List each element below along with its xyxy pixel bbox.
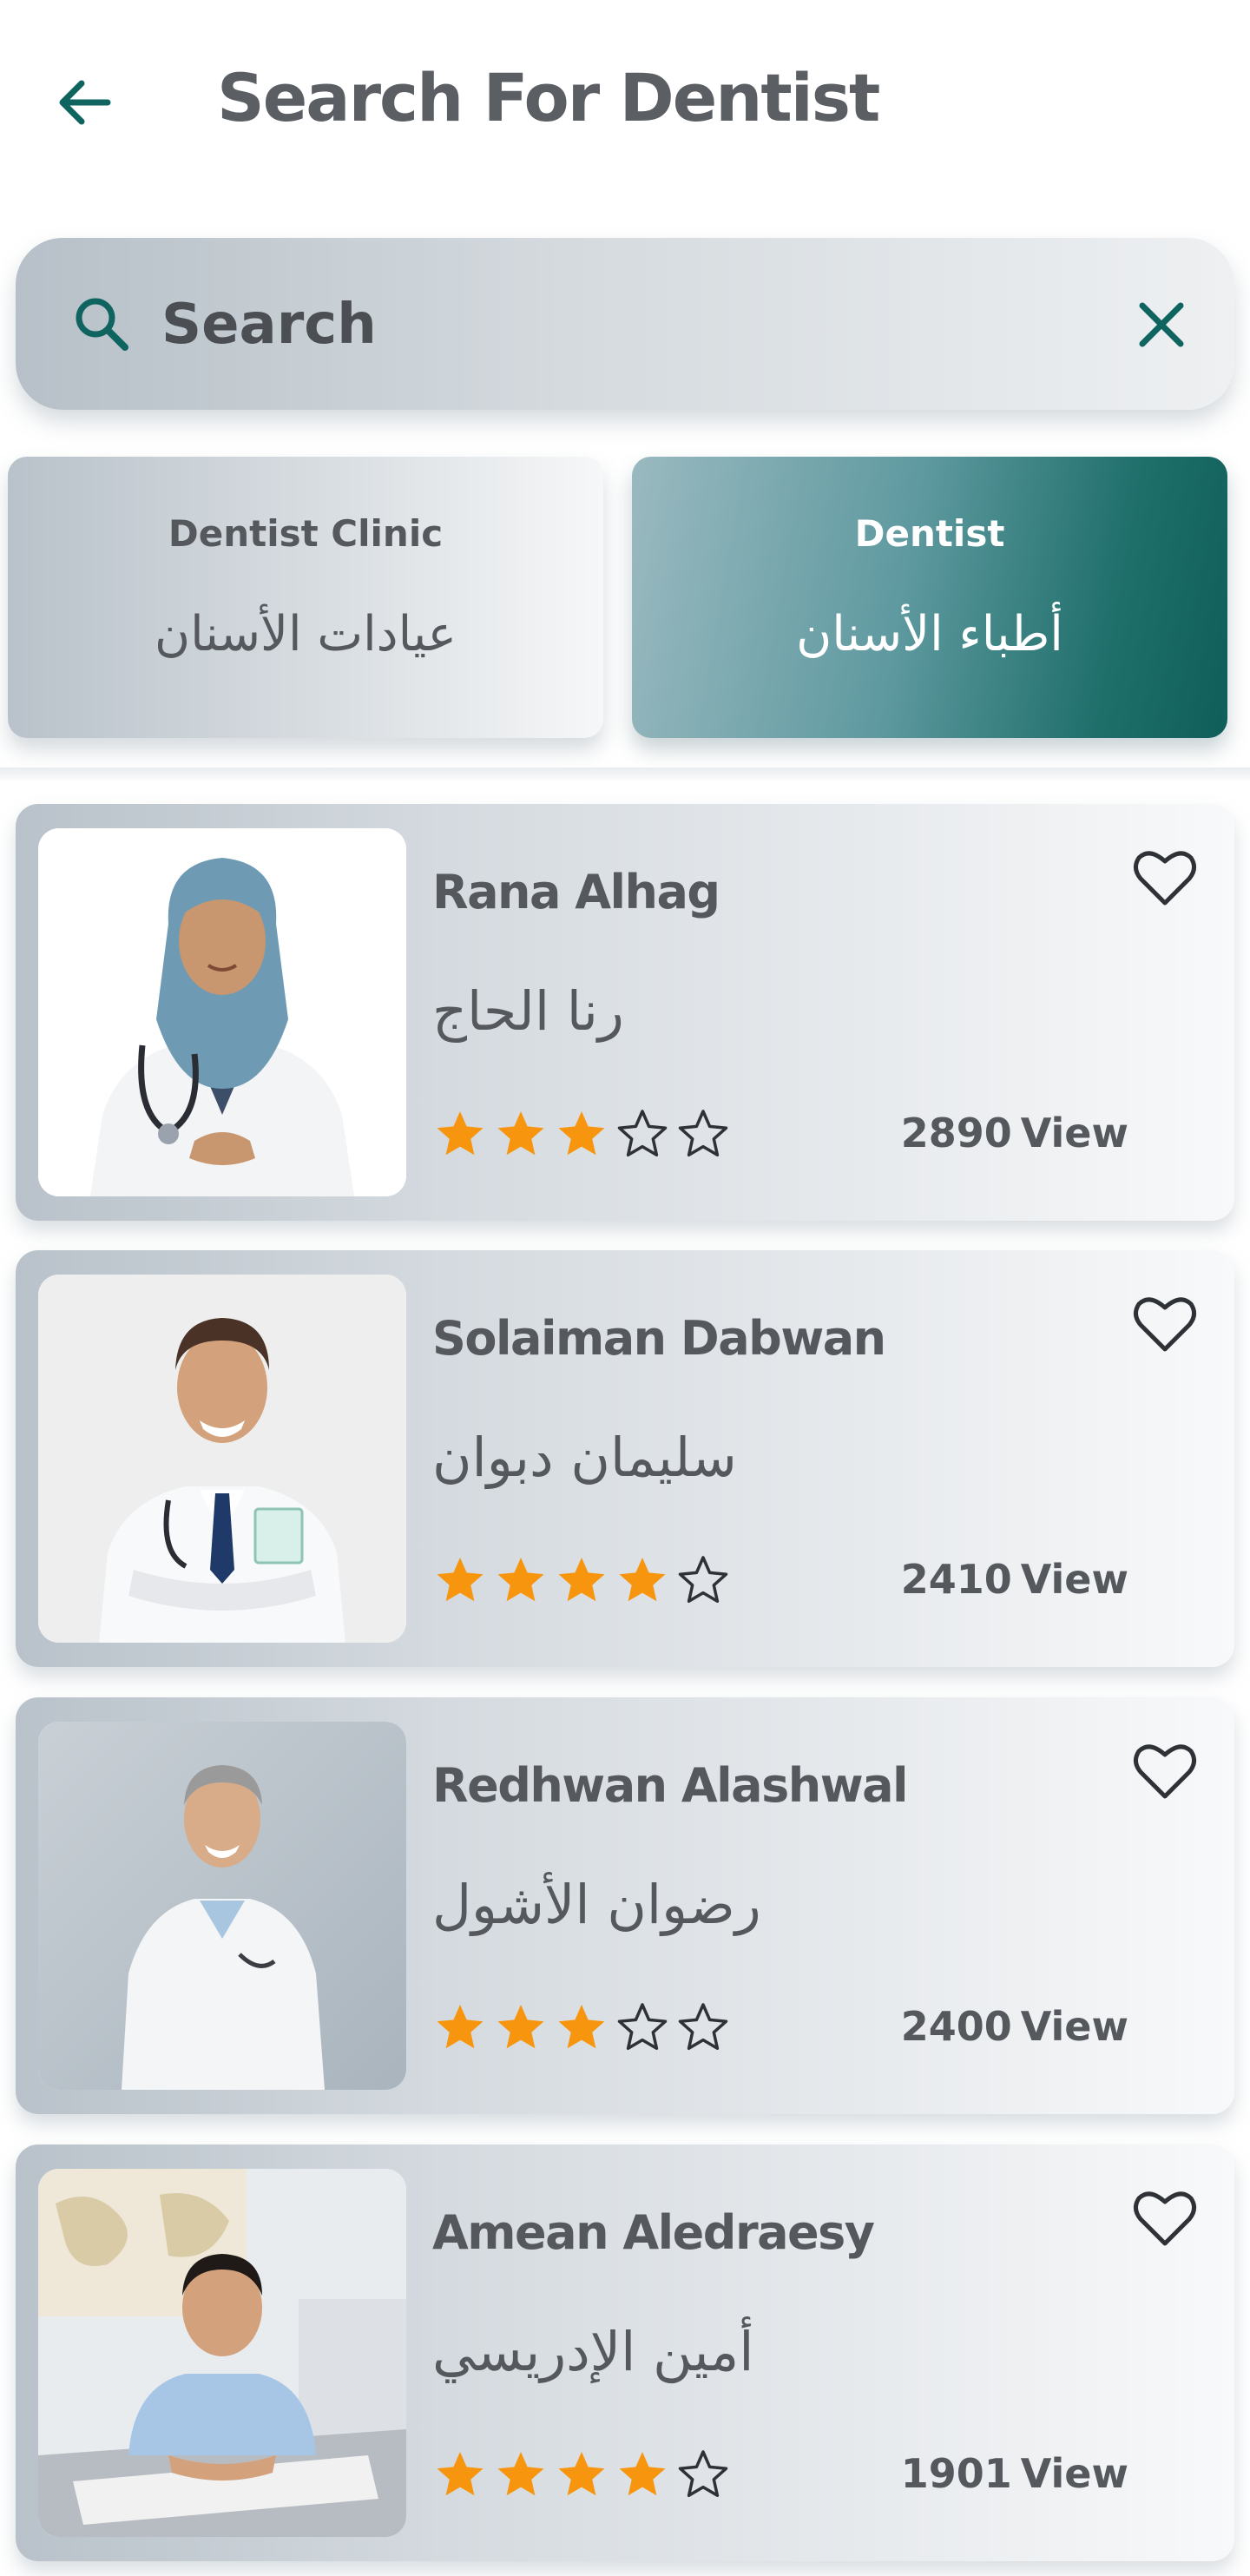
favorite-button[interactable] (1130, 844, 1200, 913)
view-count-number: 1901 (900, 2450, 1012, 2497)
heart-outline-icon (1134, 1297, 1196, 1352)
view-count-number: 2400 (900, 2003, 1012, 2050)
favorite-button[interactable] (1130, 2184, 1200, 2254)
view-count-unit: View (1020, 2450, 1128, 2497)
dentist-photo (38, 1275, 406, 1643)
rating-stars (434, 1108, 729, 1160)
tab-label-en: Dentist (854, 512, 1005, 555)
star-filled-icon (619, 1558, 666, 1602)
star-outline-icon (617, 1110, 668, 1157)
tab-label-en: Dentist Clinic (168, 512, 444, 555)
favorite-button[interactable] (1130, 1290, 1200, 1360)
dentist-name-ar: رضوان الأشول (432, 1873, 761, 1936)
dentist-card[interactable]: Amean Aledraesy أمين الإدريسي 1901 View (16, 2144, 1234, 2561)
view-count-unit: View (1020, 1556, 1128, 1603)
dentist-photo (38, 828, 406, 1196)
rating-stars (434, 1554, 729, 1606)
star-filled-icon (619, 2452, 666, 2496)
view-count: 2400 View (901, 2003, 1128, 2050)
star-outline-icon (678, 2450, 728, 2498)
dentist-card[interactable]: Redhwan Alashwal رضوان الأشول 2400 View (16, 1697, 1234, 2114)
dentist-name-en: Solaiman Dabwan (432, 1311, 886, 1366)
star-filled-icon (558, 1558, 605, 1602)
star-filled-icon (437, 2005, 484, 2049)
view-count: 1901 View (901, 2450, 1128, 2497)
tab-dentist-clinic[interactable]: Dentist Clinic عيادات الأسنان (8, 457, 603, 738)
dentist-name-en: Amean Aledraesy (432, 2205, 875, 2260)
doctor-portrait-image (38, 2169, 406, 2537)
clear-search-button[interactable] (1128, 292, 1194, 358)
dentist-name-ar: أمين الإدريسي (432, 2320, 754, 2383)
heart-outline-icon (1134, 851, 1196, 906)
dentist-card[interactable]: Solaiman Dabwan سليمان دبوان 2410 View (16, 1250, 1234, 1667)
dentist-photo (38, 1722, 406, 2090)
star-outline-icon (617, 2003, 668, 2051)
star-outline-icon (678, 1110, 728, 1157)
star-filled-icon (497, 1111, 544, 1156)
view-count-number: 2890 (900, 1110, 1012, 1156)
star-filled-icon (437, 1111, 484, 1156)
close-icon (1139, 302, 1184, 347)
star-filled-icon (558, 2005, 605, 2049)
tab-dentist[interactable]: Dentist أطباء الأسنان (632, 457, 1227, 738)
header: Search For Dentist (0, 0, 1250, 208)
page-title: Search For Dentist (217, 59, 880, 136)
star-filled-icon (497, 2005, 544, 2049)
view-count-unit: View (1020, 1110, 1128, 1156)
tab-label-ar: أطباء الأسنان (796, 606, 1063, 662)
divider (0, 768, 1250, 783)
search-bar (16, 238, 1234, 410)
heart-outline-icon (1134, 1744, 1196, 1799)
app-screen: Search For Dentist Dentist Clinic عيادات… (0, 0, 1250, 2576)
view-count-number: 2410 (900, 1556, 1012, 1603)
arrow-left-icon (59, 80, 111, 125)
star-filled-icon (437, 1558, 484, 1602)
dentist-photo (38, 2169, 406, 2537)
dentist-name-en: Rana Alhag (432, 865, 720, 919)
star-filled-icon (558, 1111, 605, 1156)
rating-stars (434, 2448, 729, 2500)
view-count-unit: View (1020, 2003, 1128, 2050)
doctor-portrait-image (38, 1275, 406, 1643)
star-filled-icon (558, 2452, 605, 2496)
doctor-portrait-image (38, 1722, 406, 2090)
tab-label-ar: عيادات الأسنان (155, 606, 457, 662)
star-filled-icon (497, 1558, 544, 1602)
star-outline-icon (678, 1556, 728, 1604)
star-filled-icon (497, 2452, 544, 2496)
search-icon (76, 298, 128, 351)
heart-outline-icon (1134, 2191, 1196, 2246)
star-filled-icon (437, 2452, 484, 2496)
doctor-portrait-image (38, 828, 406, 1196)
dentist-name-ar: رنا الحاج (432, 979, 624, 1043)
favorite-button[interactable] (1130, 1737, 1200, 1807)
star-outline-icon (678, 2003, 728, 2051)
search-input[interactable] (161, 281, 1064, 368)
view-count: 2890 View (901, 1110, 1128, 1156)
rating-stars (434, 2001, 729, 2053)
dentist-name-ar: سليمان دبوان (432, 1426, 737, 1489)
dentist-name-en: Redhwan Alashwal (432, 1758, 909, 1813)
view-count: 2410 View (901, 1556, 1128, 1603)
dentist-card[interactable]: Rana Alhag رنا الحاج 2890 View (16, 804, 1234, 1221)
back-button[interactable] (50, 68, 120, 137)
